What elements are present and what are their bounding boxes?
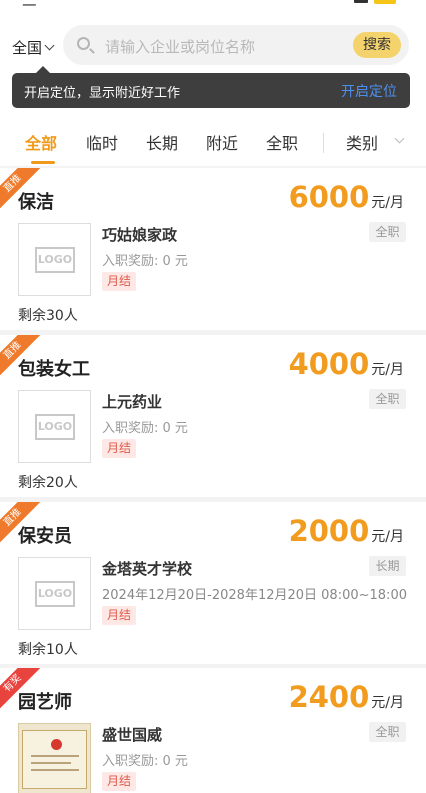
remaining-count: 剩余10人 [18,642,78,658]
onboarding-bonus: 入职奖励: 0 元 [102,754,188,769]
job-type-badge: 全职 [369,222,406,242]
salary-unit: 元/月 [371,362,404,378]
city-selector[interactable]: 全国 [12,37,55,58]
salary: 6000 元/月 [289,180,404,214]
logo-placeholder: LOGO [35,581,75,607]
salary-amount: 2000 [288,514,370,548]
job-card[interactable]: 有奖 园艺师 2400 元/月 盛世国威 入职奖励: 0 元 月结 全职 [0,668,426,793]
job-card[interactable]: 直推 保洁 6000 元/月 LOGO 巧姑娘家政 入职奖励: 0 元 月结 全… [0,168,426,330]
logo-placeholder: LOGO [35,247,75,273]
pay-cycle-badge: 月结 [102,439,136,458]
salary-amount: 2400 [288,680,370,714]
search-button[interactable]: 搜索 [353,32,401,58]
job-title: 保安员 [18,526,72,547]
category-filter[interactable]: 类别 [346,130,378,154]
job-title: 保洁 [18,192,54,213]
battery-icon [374,0,396,4]
salary-amount: 6000 [288,180,370,214]
search-icon [77,37,90,50]
salary-unit: 元/月 [371,195,404,211]
active-tab-indicator [31,161,55,164]
salary: 2400 元/月 [289,680,404,714]
onboarding-bonus: 入职奖励: 0 元 [102,254,188,269]
job-type-badge: 长期 [369,556,406,576]
job-type-badge: 全职 [369,722,406,742]
chevron-down-icon [44,40,55,51]
certificate-frame [22,730,87,789]
salary-amount: 4000 [288,347,370,381]
tab-nearby[interactable]: 附近 [206,130,238,154]
company-logo: LOGO [18,390,91,463]
logo-placeholder: LOGO [35,414,75,440]
certificate-line [31,762,71,764]
salary-unit: 元/月 [371,695,404,711]
certificate-line [31,769,79,771]
tab-long-term[interactable]: 长期 [146,130,178,154]
salary: 4000 元/月 [289,347,404,381]
status-icons [354,0,396,4]
company-logo: LOGO [18,223,91,296]
remaining-count: 剩余20人 [18,475,78,491]
job-card[interactable]: 直推 包装女工 4000 元/月 LOGO 上元药业 入职奖励: 0 元 月结 … [0,335,426,497]
remaining-count: 剩余30人 [18,308,78,324]
company-name: 巧姑娘家政 [102,226,178,244]
enable-location-link[interactable]: 开启定位 [341,81,397,101]
search-input[interactable]: 请输入企业或岗位名称 [105,36,255,57]
seal-icon [51,739,62,750]
header: 全国 请输入企业或岗位名称 搜索 开启定位，显示附近好工作 开启定位 全部 临时… [0,12,426,166]
tab-all[interactable]: 全部 [25,130,57,154]
job-type-badge: 全职 [369,389,406,409]
certificate-line [31,755,79,757]
pay-cycle-badge: 月结 [102,772,136,791]
chevron-down-icon[interactable] [394,133,405,144]
job-title: 包装女工 [18,359,90,380]
job-title: 园艺师 [18,692,72,713]
tab-full-time[interactable]: 全职 [266,130,298,154]
company-name: 盛世国威 [102,726,163,744]
tab-divider [323,133,324,153]
city-label: 全国 [12,39,43,57]
pay-cycle-badge: 月结 [102,606,136,625]
tab-temporary[interactable]: 临时 [86,130,118,154]
pay-cycle-badge: 月结 [102,272,136,291]
salary-unit: 元/月 [371,529,404,545]
status-time: ㅡ [22,0,37,12]
work-period: 2024年12月20日-2028年12月20日 08:00~18:00 [102,588,407,603]
company-name: 金塔英才学校 [102,560,193,578]
search-bar[interactable]: 请输入企业或岗位名称 搜索 [63,25,409,65]
job-card[interactable]: 直推 保安员 2000 元/月 LOGO 金塔英才学校 2024年12月20日-… [0,502,426,664]
filter-tabs: 全部 临时 长期 附近 全职 类别 [0,125,426,165]
company-certificate-image [18,723,91,793]
company-logo: LOGO [18,557,91,630]
company-name: 上元药业 [102,393,163,411]
signal-icon [354,0,368,3]
location-tip-message: 开启定位，显示附近好工作 [24,86,181,101]
onboarding-bonus: 入职奖励: 0 元 [102,421,188,436]
status-bar: ㅡ [0,0,426,12]
location-tip: 开启定位，显示附近好工作 开启定位 [12,66,410,108]
salary: 2000 元/月 [289,514,404,548]
